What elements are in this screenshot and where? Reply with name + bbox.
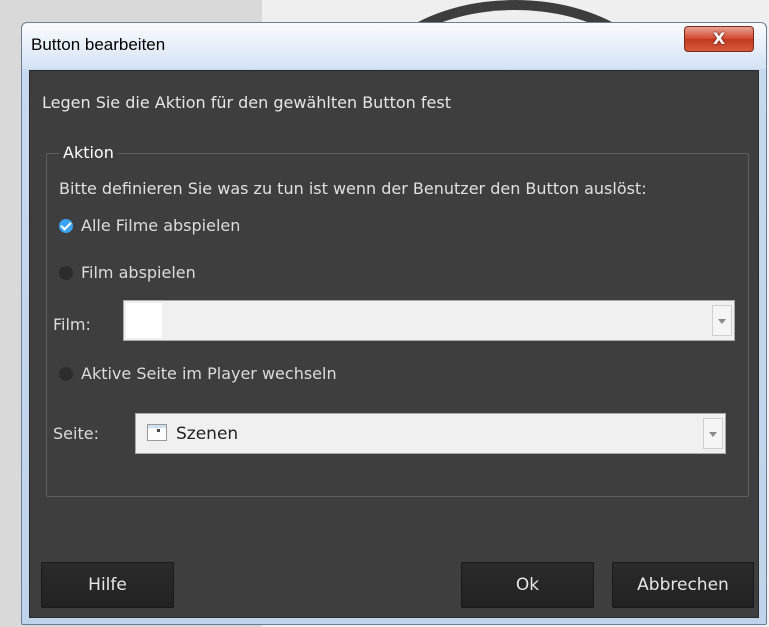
film-label: Film:	[53, 315, 91, 334]
group-description: Bitte definieren Sie was zu tun ist wenn…	[59, 179, 647, 198]
radio-unchecked-icon[interactable]	[59, 366, 73, 381]
ok-button[interactable]: Ok	[461, 562, 594, 608]
group-title: Aktion	[59, 143, 118, 162]
page-select[interactable]: Szenen	[135, 413, 726, 454]
window-title: Button bearbeiten	[31, 35, 166, 54]
close-button[interactable]: X	[684, 26, 754, 52]
action-groupbox: Aktion Bitte definieren Sie was zu tun i…	[46, 143, 749, 497]
chevron-down-icon[interactable]	[712, 305, 732, 336]
radio-unchecked-icon[interactable]	[59, 265, 73, 280]
intro-text: Legen Sie die Aktion für den gewählten B…	[42, 93, 451, 112]
option-all-films[interactable]: Alle Filme abspielen	[59, 216, 240, 235]
cancel-button[interactable]: Abbrechen	[612, 562, 754, 608]
film-select[interactable]	[123, 300, 735, 341]
film-select-swatch	[126, 303, 162, 338]
chevron-down-icon[interactable]	[703, 418, 723, 449]
option-change-page[interactable]: Aktive Seite im Player wechseln	[59, 364, 337, 383]
option-label: Alle Filme abspielen	[81, 216, 241, 235]
dialog-window: Button bearbeiten X Legen Sie die Aktion…	[21, 22, 767, 625]
dialog-content: Legen Sie die Aktion für den gewählten B…	[29, 70, 759, 618]
page-icon	[147, 424, 167, 441]
title-bar[interactable]: Button bearbeiten X	[22, 23, 766, 69]
page-label: Seite:	[53, 424, 99, 443]
help-button[interactable]: Hilfe	[41, 562, 174, 608]
option-label: Aktive Seite im Player wechseln	[81, 364, 337, 383]
option-play-film[interactable]: Film abspielen	[59, 263, 196, 282]
page-select-value: Szenen	[176, 424, 239, 444]
option-label: Film abspielen	[81, 263, 196, 282]
radio-checked-icon[interactable]	[59, 218, 73, 233]
close-icon: X	[712, 29, 726, 48]
